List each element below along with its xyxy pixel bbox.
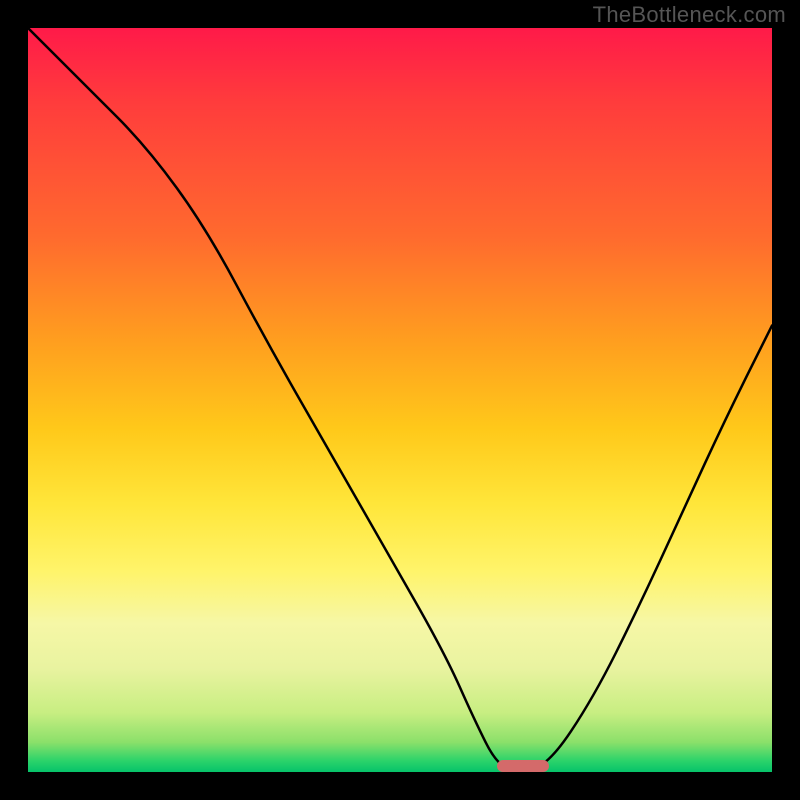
bottleneck-curve (28, 28, 772, 772)
plot-area (28, 28, 772, 772)
optimal-marker (497, 760, 549, 772)
curve-path (28, 28, 772, 770)
watermark-text: TheBottleneck.com (593, 2, 786, 28)
chart-frame: TheBottleneck.com (0, 0, 800, 800)
